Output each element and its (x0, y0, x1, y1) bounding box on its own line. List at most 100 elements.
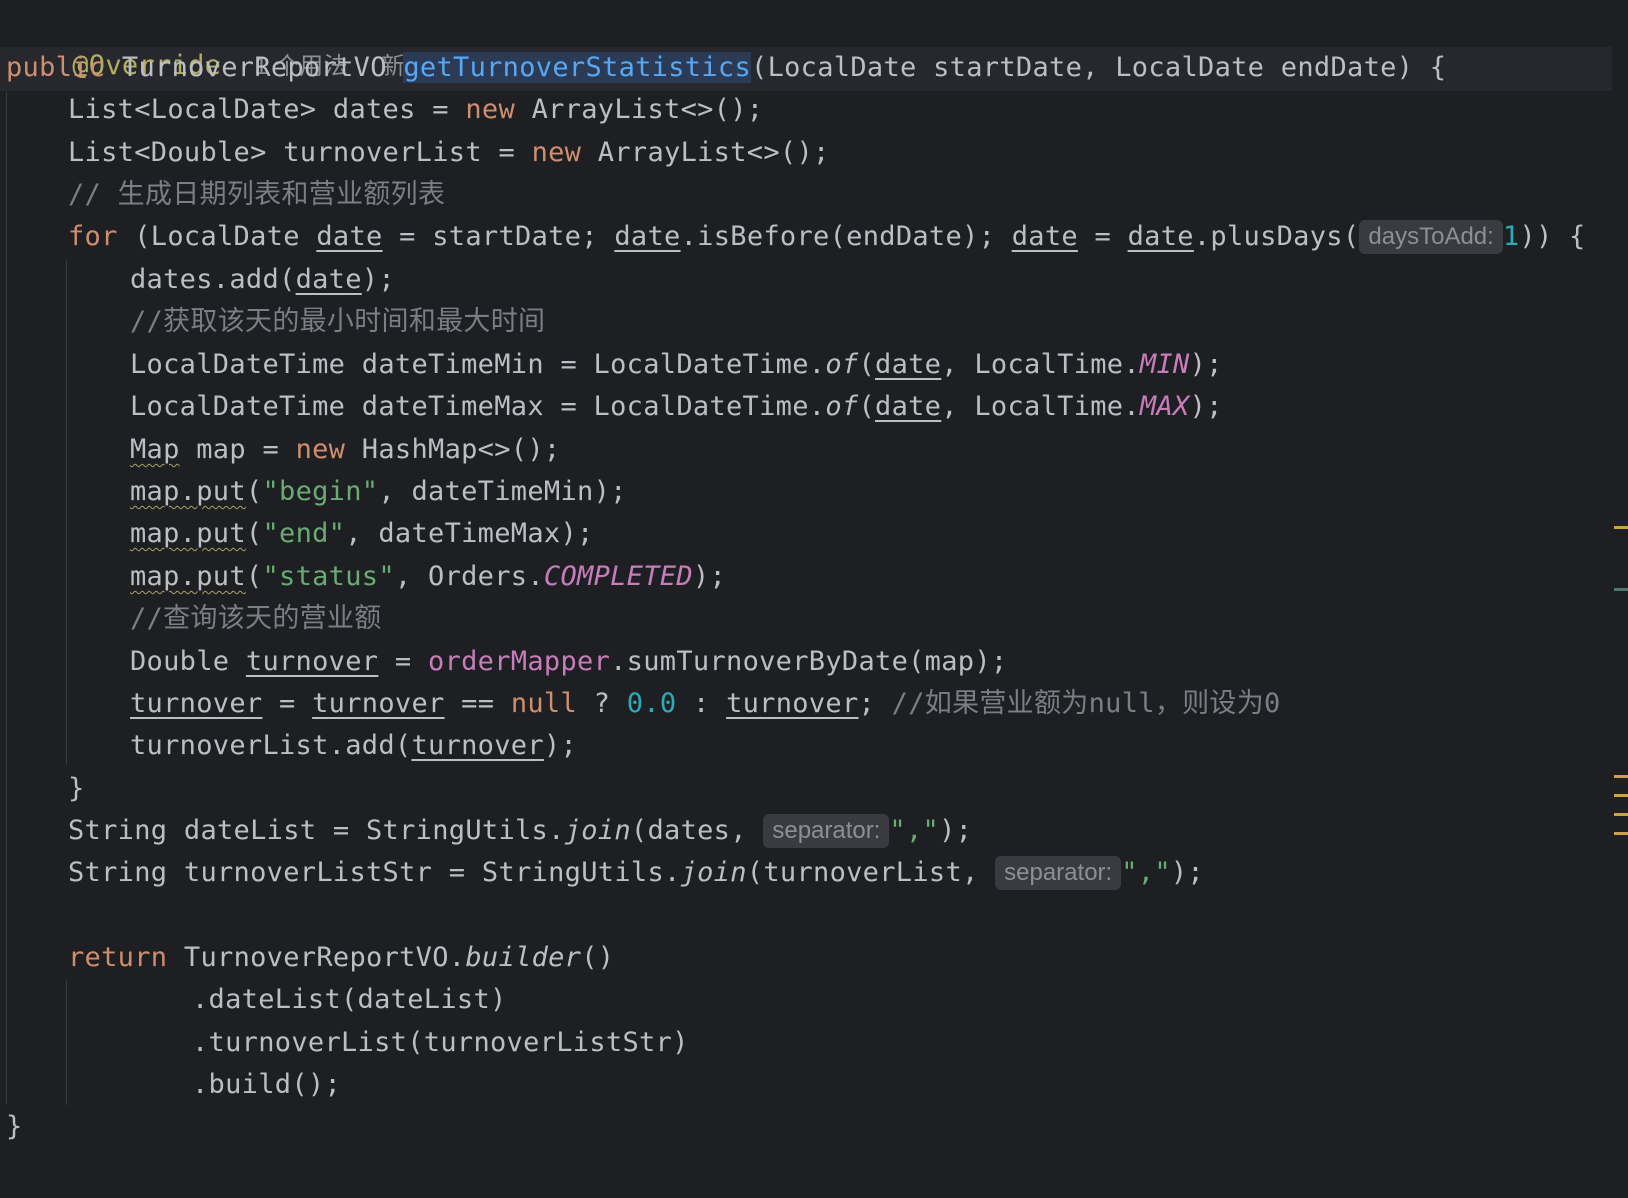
comment: // (891, 688, 925, 719)
warning-stripe-marker[interactable] (1614, 813, 1628, 816)
code-text: String dateList = StringUtils. (68, 815, 565, 846)
variable: turnover (312, 688, 445, 719)
indent-guide (6, 92, 7, 1104)
code-line-3[interactable]: List<LocalDate> dates = new ArrayList<>(… (68, 90, 763, 130)
code-text: ); (692, 561, 727, 592)
number-literal: 0.0 (626, 688, 677, 719)
string-literal: "status" (262, 561, 395, 592)
comment: // (68, 179, 118, 210)
code-text: ); (1170, 857, 1204, 888)
code-line-13[interactable]: map.put("end", dateTimeMax); (130, 514, 594, 554)
code-text: turnoverList.add( (130, 730, 412, 761)
code-line-11[interactable]: Map map = new HashMap<>(); (130, 430, 560, 470)
code-text: TurnoverReportVO. (167, 942, 466, 973)
code-line-27[interactable]: } (6, 1107, 23, 1147)
code-text: ( (245, 518, 263, 549)
code-line-12[interactable]: map.put("begin", dateTimeMin); (130, 472, 627, 512)
code-line-5[interactable]: // 生成日期列表和营业额列表 (68, 175, 445, 215)
code-text: : (676, 688, 727, 719)
code-text: LocalDateTime dateTimeMin = LocalDateTim… (130, 349, 826, 380)
code-text: Double (130, 646, 246, 677)
code-text: map = (179, 434, 296, 465)
warning-stripe-marker[interactable] (1614, 526, 1628, 529)
warning-stripe-marker[interactable] (1614, 794, 1628, 797)
code-line-8[interactable]: //获取该天的最小时间和最大时间 (130, 302, 545, 342)
variable: date (614, 221, 681, 252)
field: orderMapper (428, 646, 611, 677)
warning-token[interactable]: Map (130, 434, 180, 465)
code-line-17[interactable]: turnover = turnover == null ? 0.0 : turn… (130, 684, 1281, 724)
variable: date (316, 221, 383, 252)
code-text: ( (858, 391, 876, 422)
parameter-hint: separator: (763, 814, 890, 848)
code-text: , dateTimeMin); (378, 476, 627, 507)
code-text: dates.add( (130, 264, 296, 295)
code-line-24[interactable]: .dateList(dateList) (192, 980, 507, 1020)
keyword: new (465, 94, 516, 125)
keyword: for (68, 221, 118, 252)
string-literal: "end" (262, 518, 346, 549)
code-text: } (6, 1111, 23, 1142)
code-line-6[interactable]: for (LocalDate date = startDate; date.is… (68, 217, 1586, 257)
code-line-15[interactable]: //查询该天的营业额 (130, 599, 382, 639)
constant: COMPLETED (543, 561, 693, 592)
code-line-14[interactable]: map.put("status", Orders.COMPLETED); (130, 557, 726, 597)
code-text: } (68, 773, 85, 804)
code-text: .turnoverList(turnoverListStr) (192, 1027, 689, 1058)
constant: MAX (1139, 391, 1190, 422)
code-text: = (378, 646, 429, 677)
code-text: , LocalTime. (941, 349, 1140, 380)
code-text: TurnoverReportVO (105, 52, 404, 83)
string-literal: "," (1121, 857, 1171, 888)
keyword: public (6, 52, 106, 83)
editor-scrollbar[interactable] (1612, 0, 1628, 1198)
code-editor[interactable]: @Override 1 个用法 新 * public TurnoverRepor… (0, 0, 1612, 1198)
code-line-16[interactable]: Double turnover = orderMapper.sumTurnove… (130, 642, 1007, 682)
parameter-hint: daysToAdd: (1359, 220, 1503, 254)
warning-token[interactable]: map.put (130, 561, 246, 592)
static-method: of (825, 391, 859, 422)
variable: turnover (411, 730, 544, 761)
keyword: null (510, 688, 578, 719)
warning-token[interactable]: map.put (130, 476, 246, 507)
code-line-21[interactable]: String turnoverListStr = StringUtils.joi… (68, 853, 1204, 893)
variable: turnover (130, 688, 263, 719)
warning-stripe-marker[interactable] (1614, 775, 1628, 778)
code-line-25[interactable]: .turnoverList(turnoverListStr) (192, 1023, 689, 1063)
code-line-4[interactable]: List<Double> turnoverList = new ArrayLis… (68, 133, 830, 173)
keyword: new (295, 434, 346, 465)
code-line-20[interactable]: String dateList = StringUtils.join(dates… (68, 811, 972, 851)
code-text: = (1077, 221, 1128, 252)
comment: // (130, 603, 164, 634)
code-text: == (444, 688, 511, 719)
parameter-hint: separator: (995, 856, 1122, 890)
code-text: ); (1189, 391, 1223, 422)
variable: turnover (726, 688, 859, 719)
comment: ，则设为 (1154, 688, 1265, 719)
variable: date (1127, 221, 1194, 252)
code-text: ArrayList<>(); (581, 137, 830, 168)
code-line-10[interactable]: LocalDateTime dateTimeMax = LocalDateTim… (130, 387, 1223, 427)
code-text: ); (1189, 349, 1223, 380)
comment: 查询该天的营业额 (163, 603, 382, 634)
code-line-2[interactable]: public TurnoverReportVO getTurnoverStati… (6, 48, 1446, 88)
code-line-1[interactable]: @Override 1 个用法 新 * (6, 6, 422, 81)
code-line-18[interactable]: turnoverList.add(turnover); (130, 726, 577, 766)
warning-stripe-marker[interactable] (1614, 832, 1628, 835)
code-line-26[interactable]: .build(); (192, 1065, 341, 1105)
code-line-19[interactable]: } (68, 769, 85, 809)
variable: date (295, 264, 362, 295)
info-stripe-marker[interactable] (1614, 588, 1628, 591)
code-text: .sumTurnoverByDate(map); (610, 646, 1008, 677)
method-name[interactable]: getTurnoverStatistics (403, 52, 752, 83)
code-text: .isBefore(endDate); (680, 221, 1012, 252)
code-text: , Orders. (394, 561, 544, 592)
code-text: , dateTimeMax); (345, 518, 594, 549)
code-line-9[interactable]: LocalDateTime dateTimeMin = LocalDateTim… (130, 345, 1223, 385)
code-text: ( (245, 476, 263, 507)
warning-token[interactable]: map.put (130, 518, 246, 549)
code-line-23[interactable]: return TurnoverReportVO.builder() (68, 938, 614, 978)
indent-guide (66, 260, 67, 765)
code-text: LocalDateTime dateTimeMax = LocalDateTim… (130, 391, 826, 422)
code-line-7[interactable]: dates.add(date); (130, 260, 395, 300)
